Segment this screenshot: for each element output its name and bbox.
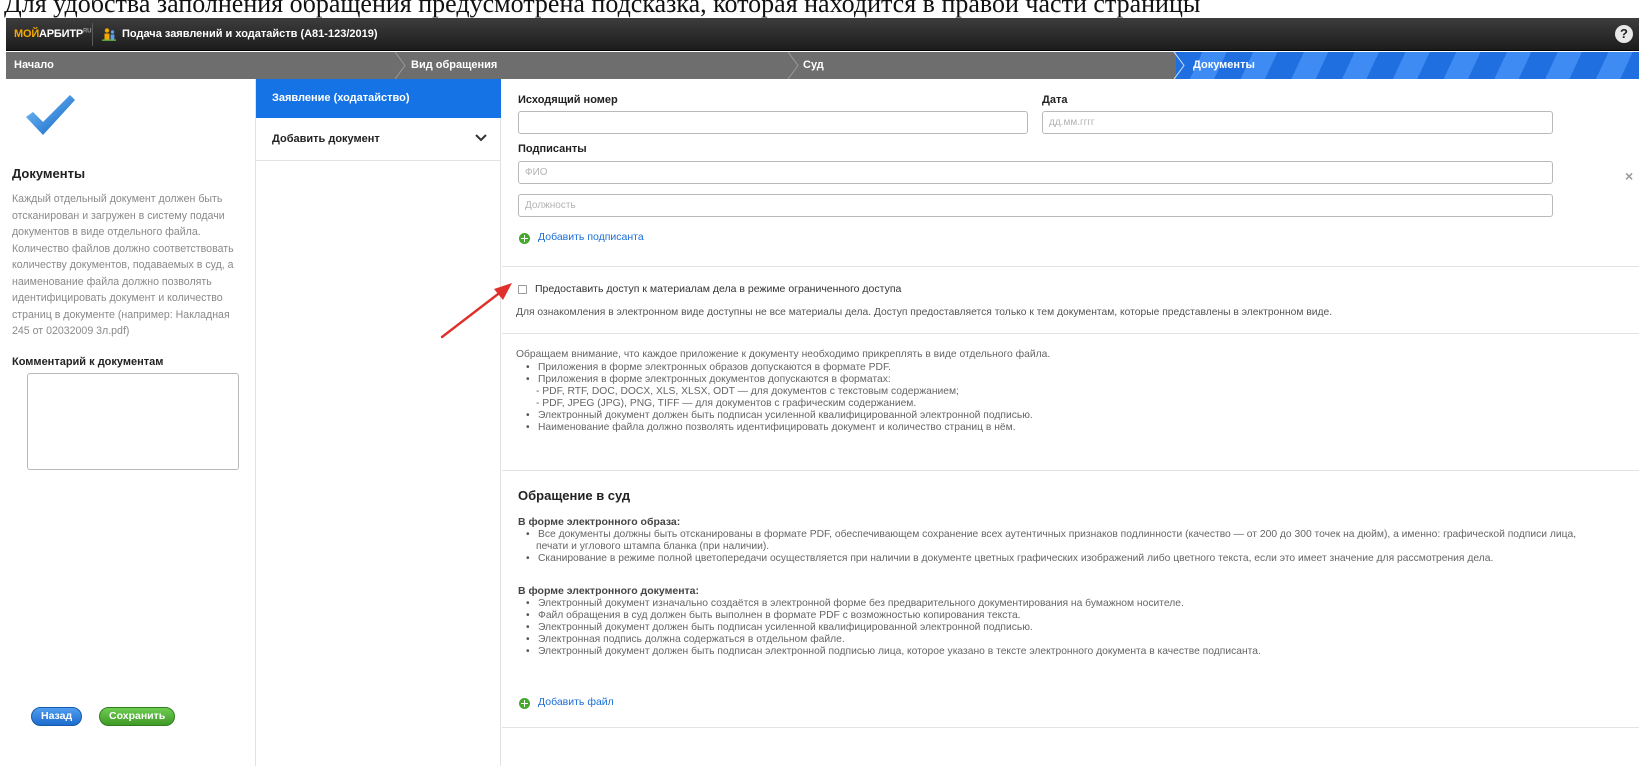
access-note: Для ознакомления в электронном виде дост… — [516, 307, 1333, 318]
image-form-list: Все документы должны быть отсканированы … — [526, 529, 1576, 565]
step-separator-icon — [394, 52, 406, 79]
image-form-title: В форме электронного образа: — [518, 516, 681, 528]
chevron-down-icon — [475, 134, 487, 142]
checkmark-icon — [26, 95, 75, 135]
date-label: Дата — [1042, 94, 1068, 106]
signer-position-input[interactable]: Должность — [518, 194, 1553, 217]
divider — [502, 470, 1639, 471]
court-section-title: Обращение в суд — [518, 488, 631, 503]
step-documents[interactable]: Документы — [1193, 52, 1255, 79]
step-start[interactable]: Начало — [14, 52, 54, 79]
list-item: - PDF, RTF, DOC, DOCX, XLS, XLSX, ODT — … — [536, 386, 959, 397]
info-intro: Обращаем внимание, что каждое приложение… — [516, 349, 1051, 360]
hint-panel: Документы Каждый отдельный документ долж… — [6, 79, 256, 766]
header-divider — [92, 23, 93, 46]
add-signer-icon[interactable] — [519, 233, 530, 244]
restricted-access-label[interactable]: Предоставить доступ к материалам дела в … — [535, 283, 901, 295]
step-court[interactable]: Суд — [803, 52, 824, 79]
annotation-arrow-icon — [440, 283, 512, 339]
hint-text: Каждый отдельный документ должен быть от… — [12, 193, 234, 337]
list-item: печати и углового штампа бланка (при нал… — [536, 541, 770, 552]
divider — [502, 266, 1639, 267]
document-list: Заявление (ходатайство) Добавить докумен… — [256, 79, 501, 766]
logo-prefix: МОЙ — [14, 28, 40, 40]
cropped-caption-text: Для удобства заполнения обращения предус… — [4, 0, 1201, 18]
signer-fio-input[interactable]: ФИО — [518, 161, 1553, 184]
back-button[interactable]: Назад — [31, 707, 83, 726]
add-file-icon[interactable] — [519, 698, 530, 709]
app-title: Подача заявлений и ходатайств (А81-123/2… — [122, 28, 378, 40]
add-signer-link[interactable]: Добавить подписанта — [538, 231, 644, 243]
document-form: Исходящий номер Дата дд.мм.гггг Подписан… — [502, 79, 1639, 766]
comment-textarea[interactable] — [27, 373, 239, 470]
list-item: Электронный документ должен быть подписа… — [526, 622, 1261, 634]
doc-form-title: В форме электронного документа: — [518, 585, 700, 597]
step-separator-icon — [1173, 52, 1185, 79]
list-item: Приложения в форме электронных документо… — [526, 374, 1033, 386]
list-item: Приложения в форме электронных образов д… — [526, 362, 1033, 374]
signers-label: Подписанты — [518, 143, 587, 155]
restricted-access-checkbox[interactable] — [518, 285, 527, 294]
step-request-type[interactable]: Вид обращения — [411, 52, 497, 79]
divider — [502, 333, 1639, 334]
comment-label: Комментарий к документам — [12, 356, 164, 368]
list-item: Наименование файла должно позволять иден… — [526, 422, 1033, 434]
list-item: Электронный документ должен быть подписа… — [526, 410, 1033, 422]
list-item: Все документы должны быть отсканированы … — [526, 529, 1576, 541]
list-item: Электронный документ изначально создаётс… — [526, 598, 1261, 610]
list-item: Сканирование в режиме полной цветопереда… — [526, 553, 1576, 565]
wizard-steps: Начало Вид обращения Суд Документы — [6, 52, 1639, 79]
outgoing-number-label: Исходящий номер — [518, 94, 618, 106]
date-input[interactable]: дд.мм.гггг — [1042, 111, 1553, 134]
logo-main: АРБИТР — [39, 28, 83, 40]
add-file-link[interactable]: Добавить файл — [538, 696, 614, 708]
document-item-statement[interactable]: Заявление (ходатайство) — [256, 79, 501, 118]
hint-title: Документы — [12, 166, 86, 181]
people-icon — [102, 28, 116, 41]
add-document-dropdown[interactable]: Добавить документ — [256, 118, 501, 161]
outgoing-number-input[interactable] — [518, 111, 1028, 134]
add-document-label: Добавить документ — [272, 133, 380, 145]
info-list: Приложения в форме электронных образов д… — [526, 362, 1033, 434]
divider — [502, 727, 1639, 728]
help-icon[interactable]: ? — [1615, 25, 1633, 43]
remove-signer-icon[interactable]: × — [1625, 168, 1633, 184]
list-item: Электронный документ должен быть подписа… — [526, 646, 1261, 658]
app-header: МОЙАРБИТРRU Подача заявлений и ходатайст… — [6, 18, 1639, 51]
screenshot: Для удобства заполнения обращения предус… — [0, 0, 1639, 766]
list-item: - PDF, JPEG (JPG), PNG, TIFF — для докум… — [536, 398, 917, 409]
save-button[interactable]: Сохранить — [99, 707, 176, 726]
logo-suffix: RU — [82, 28, 92, 35]
doc-form-list: Электронный документ изначально создаётс… — [526, 598, 1261, 658]
cropped-caption: Для удобства заполнения обращения предус… — [0, 0, 1639, 18]
step-separator-icon — [787, 52, 799, 79]
logo[interactable]: МОЙАРБИТРRU — [14, 28, 91, 40]
list-item: Электронная подпись должна содержаться в… — [526, 634, 1261, 646]
list-item: Файл обращения в суд должен быть выполне… — [526, 610, 1261, 622]
